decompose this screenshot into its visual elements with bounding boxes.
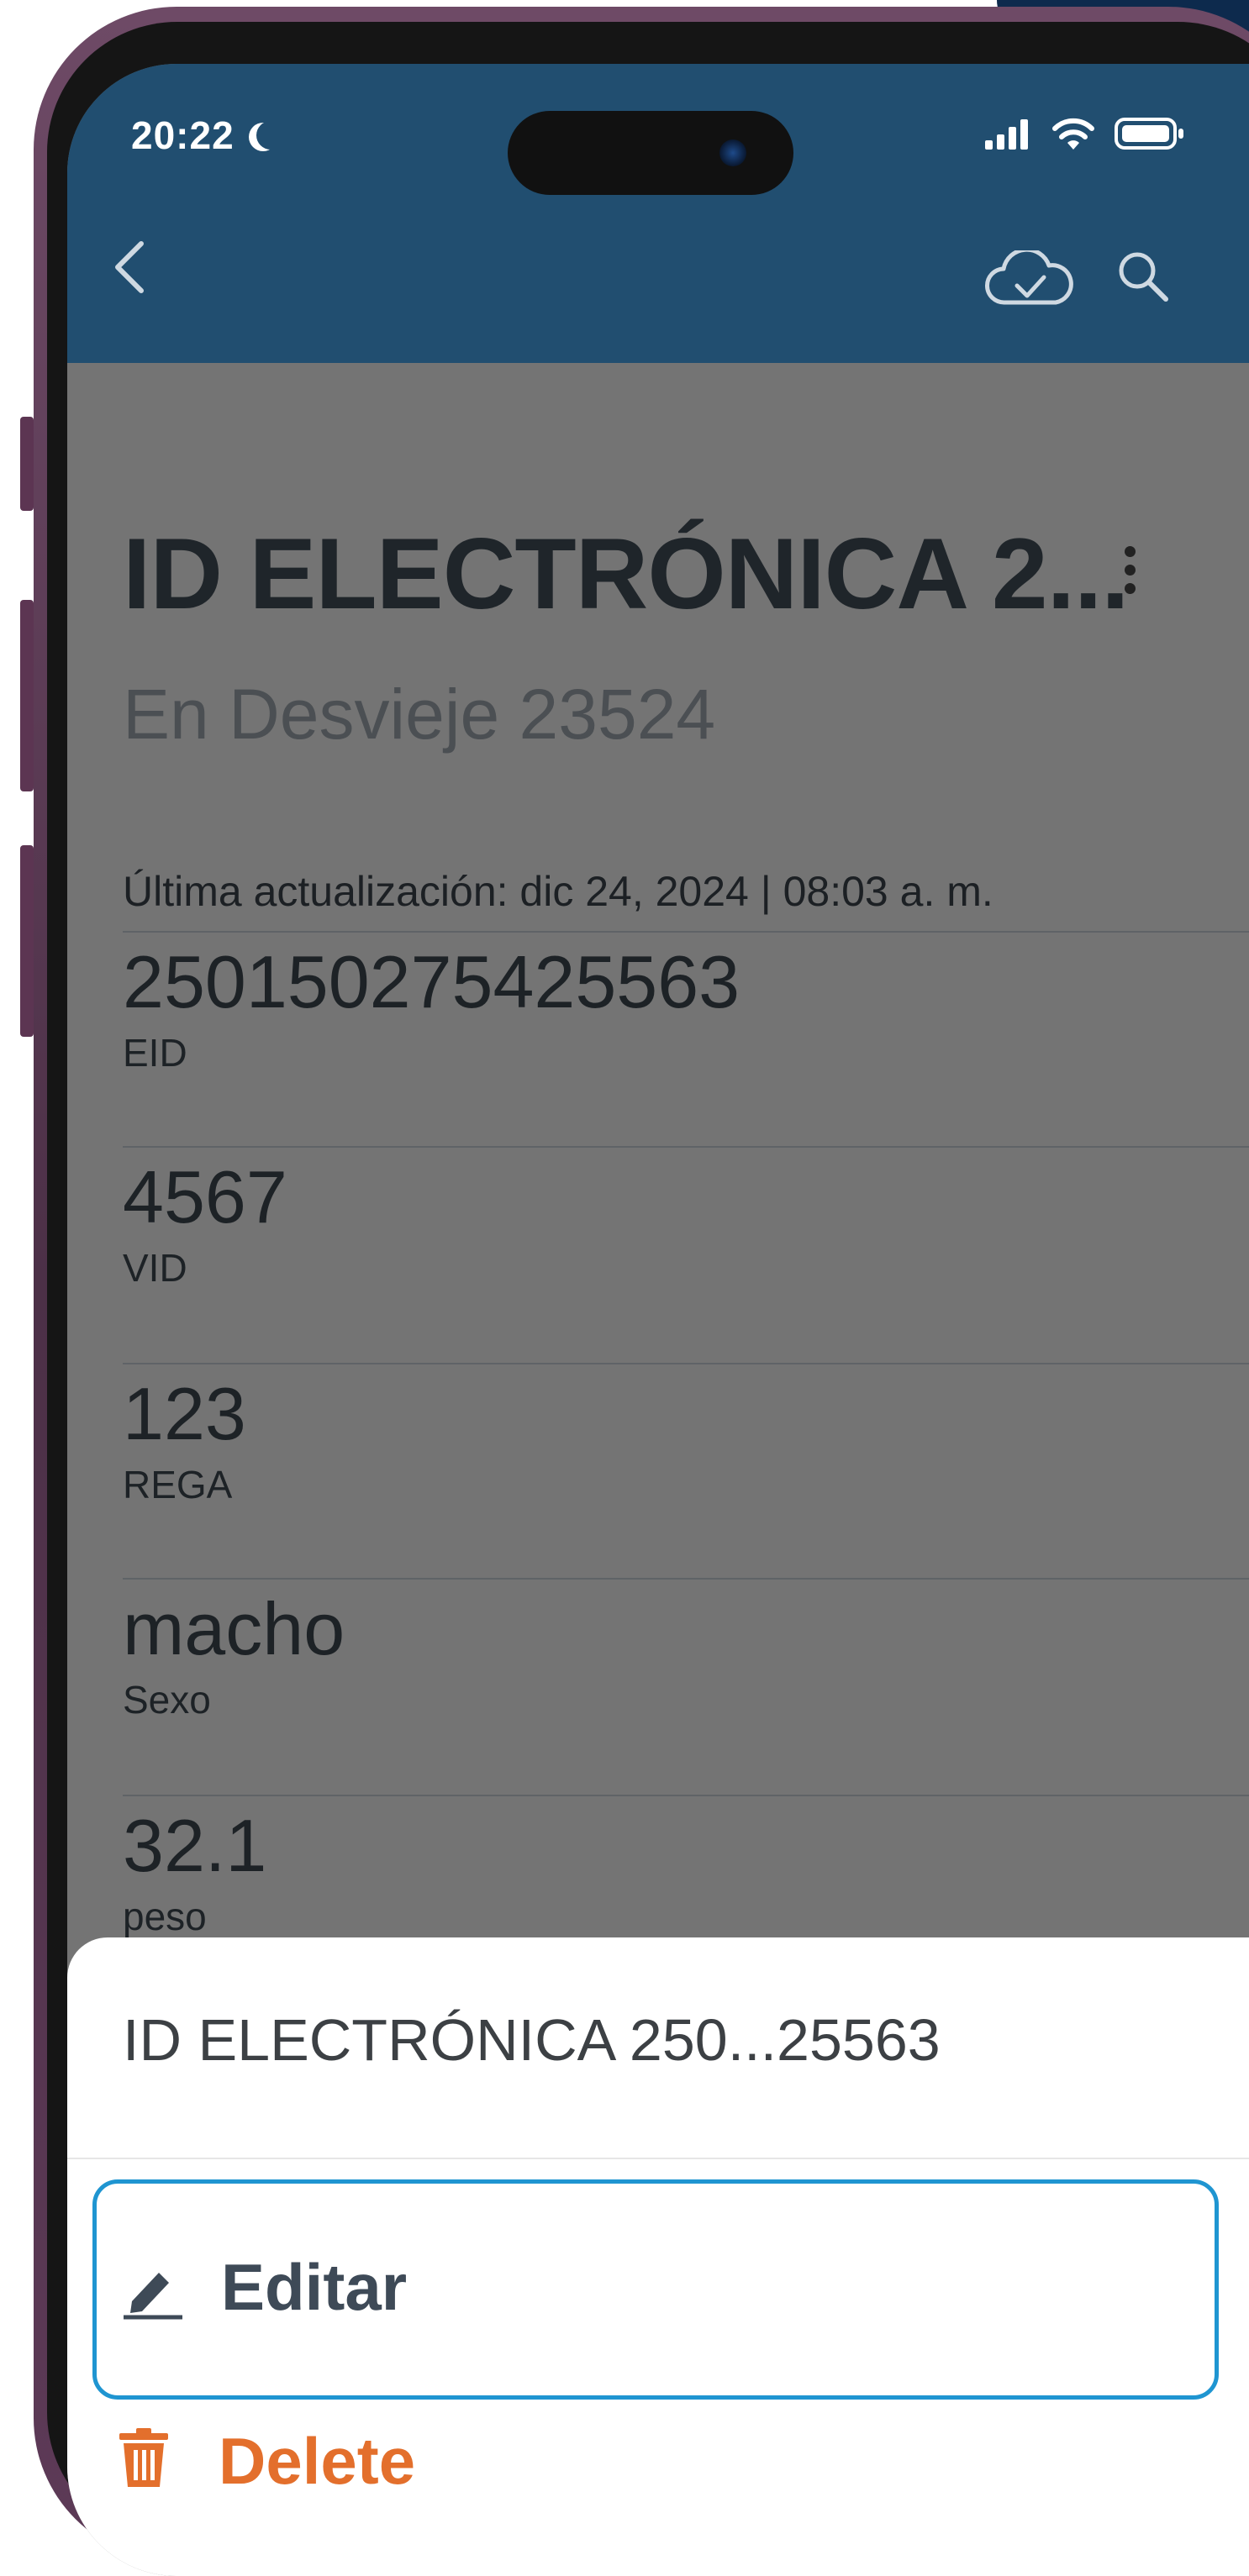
signal-icon [985, 119, 1028, 150]
chevron-left-icon [115, 241, 144, 293]
field-vid: 4567 VID [123, 1146, 1249, 1291]
pencil-icon [120, 2264, 184, 2324]
status-icons [983, 116, 1249, 151]
wifi-icon [1052, 118, 1094, 150]
battery-icon [1115, 118, 1183, 150]
volume-down-button [20, 845, 34, 1037]
status-bar-time: 20:22 [131, 113, 280, 158]
kebab-dot [1125, 546, 1136, 557]
field-value: macho [123, 1587, 345, 1670]
silent-switch [20, 417, 34, 511]
camera-icon [719, 139, 746, 166]
field-value: 123 [123, 1372, 246, 1455]
last-update-text: Última actualización: dic 24, 2024 | 08:… [123, 868, 993, 915]
back-button[interactable] [111, 240, 148, 297]
field-label: peso [123, 1895, 207, 1938]
cloud-sync-button[interactable] [983, 247, 1076, 313]
dynamic-island [508, 111, 793, 195]
field-label: REGA [123, 1463, 233, 1506]
field-sexo: macho Sexo [123, 1578, 1249, 1722]
page-subtitle: En Desvieje 23524 [123, 675, 716, 754]
search-button[interactable] [1114, 247, 1173, 310]
field-peso: 32.1 peso [123, 1795, 1249, 1939]
field-label: VID [123, 1246, 187, 1290]
edit-button[interactable]: Editar [92, 2179, 1219, 2400]
cloud-sync-icon [985, 247, 1073, 305]
field-value: 32.1 [123, 1804, 267, 1887]
delete-label: Delete [219, 2424, 416, 2498]
field-rega: 123 REGA [123, 1363, 1249, 1507]
action-sheet: ID ELECTRÓNICA 250...25563 Editar Delete [67, 1937, 1249, 2576]
field-label: Sexo [123, 1678, 211, 1722]
divider [67, 2158, 1249, 2159]
moon-icon [256, 121, 285, 150]
volume-up-button [20, 600, 34, 791]
field-label: EID [123, 1031, 187, 1075]
kebab-dot [1125, 583, 1136, 594]
app-bar: 20:22 [67, 64, 1249, 363]
page-title: ID ELECTRÓNICA 2... [123, 518, 1130, 630]
more-options-button[interactable] [1125, 546, 1136, 602]
search-icon [1119, 252, 1168, 302]
clock-text: 20:22 [131, 113, 235, 157]
phone-screen: 20:22 ID ELECTRÓNICA 2... En Desvieje 23… [67, 64, 1249, 2576]
field-value: 4567 [123, 1155, 287, 1238]
field-value: 250150275425563 [123, 940, 740, 1023]
action-sheet-title: ID ELECTRÓNICA 250...25563 [123, 2007, 941, 2073]
trash-icon [118, 2428, 170, 2493]
kebab-dot [1125, 565, 1136, 576]
edit-label: Editar [221, 2250, 408, 2324]
field-eid: 250150275425563 EID [123, 931, 1249, 1075]
